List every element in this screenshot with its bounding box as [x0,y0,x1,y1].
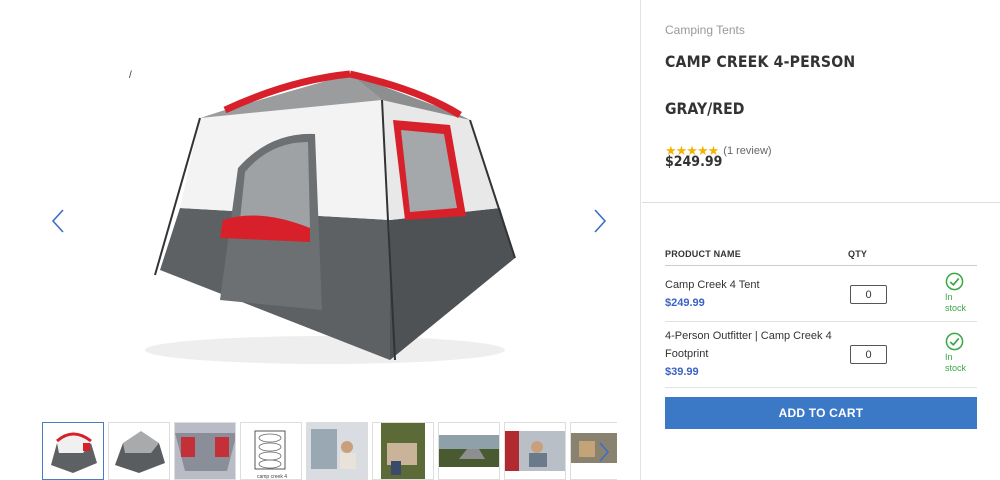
row-2-qty-input[interactable] [850,345,887,364]
row-2-price: $39.99 [665,366,699,378]
row-divider [665,387,977,388]
thumbnail-tent-gray-angle[interactable] [108,422,170,480]
gallery-next-button[interactable] [590,206,610,236]
thumbnail-tent-floor-diagram[interactable]: camp creek 4 [240,422,302,480]
row-2-stock-status: In stock [945,332,975,374]
thumbnail-tent-staking-grass[interactable] [372,422,434,480]
row-1-product-name[interactable]: Camp Creek 4 Tent [665,276,845,294]
diagram-caption: camp creek 4 [257,474,287,480]
check-circle-icon [945,272,964,291]
product-gallery: / camp creek 4 [0,0,641,480]
gallery-prev-button[interactable] [48,206,68,236]
header-divider [665,265,977,266]
section-divider [642,202,1000,203]
row-divider [665,321,977,322]
product-title: CAMP CREEK 4-PERSON [665,52,856,71]
add-to-cart-button[interactable]: ADD TO CART [665,397,977,429]
row-1-qty-input[interactable] [850,285,887,304]
thumbnails-next-button[interactable] [596,440,612,464]
thumbnail-tent-interior-person[interactable] [504,422,566,480]
thumbnail-strip: camp creek 4 [42,422,617,480]
thumbnail-tent-interior-top[interactable] [174,422,236,480]
column-header-qty: QTY [848,249,868,259]
review-count-link[interactable]: (1 review) [723,145,771,157]
stock-label: In stock [945,292,967,313]
stock-label: In stock [945,352,967,373]
check-circle-icon [945,332,964,351]
product-price: $249.99 [665,154,723,170]
row-1-price: $249.99 [665,297,705,309]
thumbnail-tent-field[interactable] [438,422,500,480]
thumbnail-tent-front[interactable] [42,422,104,480]
product-details-panel: Camping Tents CAMP CREEK 4-PERSON GRAY/R… [642,0,1000,480]
row-1-stock-status: In stock [945,272,975,314]
main-product-image[interactable] [120,60,530,380]
product-variant: GRAY/RED [665,99,745,118]
column-header-product-name: PRODUCT NAME [665,249,741,259]
thumbnail-tent-person-inside[interactable] [306,422,368,480]
row-2-product-name[interactable]: 4-Person Outfitter | Camp Creek 4 Footpr… [665,327,845,363]
breadcrumb-category[interactable]: Camping Tents [665,23,745,37]
